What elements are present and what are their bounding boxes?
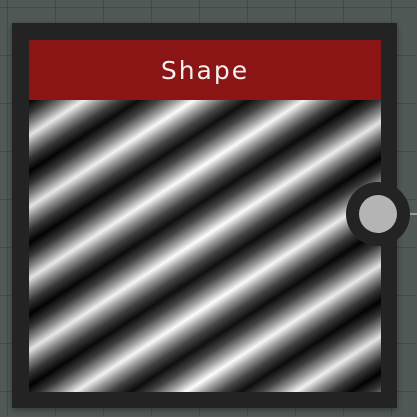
output-port[interactable] [346,182,410,246]
circle-port-icon[interactable] [359,195,397,233]
wave-stripes-preview [29,100,381,392]
shape-node[interactable]: Shape [12,23,397,408]
node-header[interactable]: Shape [29,40,381,100]
node-title: Shape [160,55,250,85]
shape-preview [29,100,381,392]
port-connector-stub [410,213,417,215]
